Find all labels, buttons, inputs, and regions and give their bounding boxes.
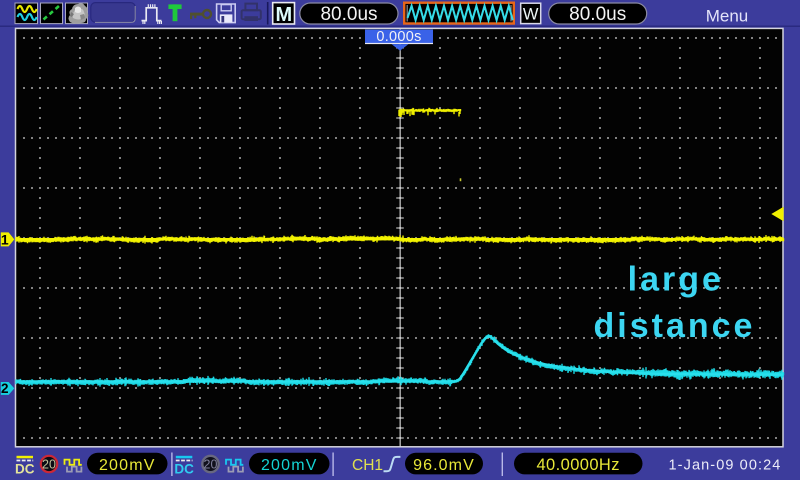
svg-text:40.0000Hz: 40.0000Hz <box>536 456 619 474</box>
svg-text:W: W <box>523 6 539 24</box>
svg-text:96.0mV: 96.0mV <box>413 457 475 474</box>
svg-text:1: 1 <box>1 231 9 247</box>
svg-text:20: 20 <box>204 458 218 472</box>
svg-text:Menu: Menu <box>706 7 749 26</box>
svg-text:DC: DC <box>174 462 194 477</box>
svg-text:distance: distance <box>594 307 756 345</box>
svg-text:0.000s: 0.000s <box>376 29 421 45</box>
svg-text:20: 20 <box>42 458 56 472</box>
svg-text:200mV: 200mV <box>261 457 318 474</box>
svg-text:200mV: 200mV <box>99 457 156 474</box>
svg-text:large: large <box>628 261 724 299</box>
svg-text:M: M <box>275 4 292 26</box>
svg-text:CH1: CH1 <box>352 457 383 474</box>
svg-text:DC: DC <box>15 462 35 477</box>
svg-text:2: 2 <box>1 381 9 396</box>
svg-text:80.0us: 80.0us <box>569 4 626 25</box>
svg-text:1-Jan-09 00:24: 1-Jan-09 00:24 <box>669 457 782 473</box>
svg-text:80.0us: 80.0us <box>320 4 377 25</box>
